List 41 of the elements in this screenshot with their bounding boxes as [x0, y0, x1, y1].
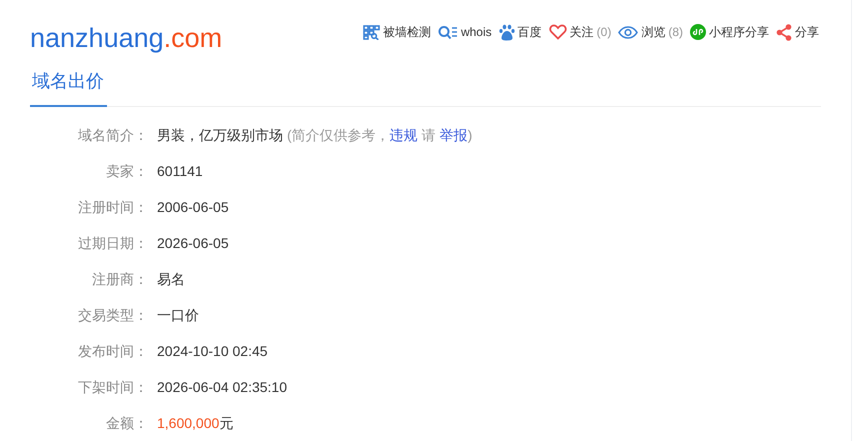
- field-label: 卖家：: [106, 162, 148, 180]
- field-label: 注册时间：: [78, 198, 148, 216]
- field-value: 2026-06-04 02:35:10: [157, 378, 287, 396]
- field-value: 2026-06-05: [157, 234, 229, 252]
- share-icon: [776, 24, 792, 40]
- field-label: 下架时间：: [78, 378, 148, 396]
- report-link[interactable]: 举报: [440, 124, 468, 146]
- toolbar-link[interactable]: 百度: [498, 23, 542, 41]
- tab[interactable]: 域名出价: [30, 68, 107, 107]
- search-list-icon: [438, 24, 458, 40]
- paw-icon: [498, 24, 515, 40]
- toolbar-link[interactable]: 被墙检测: [362, 23, 431, 41]
- toolbar-link[interactable]: 浏览 (8): [618, 23, 683, 41]
- field-value: 易名: [157, 270, 185, 288]
- eye-icon: [618, 26, 638, 38]
- field-value: 一口价: [157, 306, 199, 324]
- field-label: 交易类型：: [78, 306, 148, 324]
- field-label: 注册商：: [92, 270, 148, 288]
- logo-name: nanzhuang: [30, 23, 164, 53]
- field-label: 发布时间：: [78, 342, 148, 360]
- grid-search-icon: [362, 24, 380, 40]
- toolbar-link[interactable]: 分享: [776, 23, 819, 41]
- field-value: 601141: [157, 162, 203, 180]
- toolbar-link[interactable]: 关注 (0): [548, 23, 612, 41]
- heart-icon: [548, 24, 567, 40]
- field-label: 域名简介：: [78, 126, 148, 144]
- field-value: 男装，亿万级别市场: [157, 126, 283, 144]
- toolbar-link[interactable]: whois: [438, 23, 492, 41]
- field-value: 2006-06-05: [157, 198, 229, 216]
- link-circle-icon: [690, 24, 706, 40]
- note-text: 请: [422, 126, 436, 144]
- note-text: (简介仅供参考，: [287, 126, 390, 145]
- logo-tld: .com: [164, 23, 222, 53]
- price-value: 1,600,000: [157, 414, 220, 432]
- field-label: 过期日期：: [78, 234, 148, 252]
- report-link[interactable]: 违规: [390, 124, 418, 146]
- field-value: 2024-10-10 02:45: [157, 342, 268, 360]
- currency-unit: 元: [219, 414, 234, 432]
- toolbar-link[interactable]: 小程序分享: [690, 23, 769, 41]
- note-text: ): [468, 126, 472, 145]
- field-label: 金额：: [106, 414, 148, 432]
